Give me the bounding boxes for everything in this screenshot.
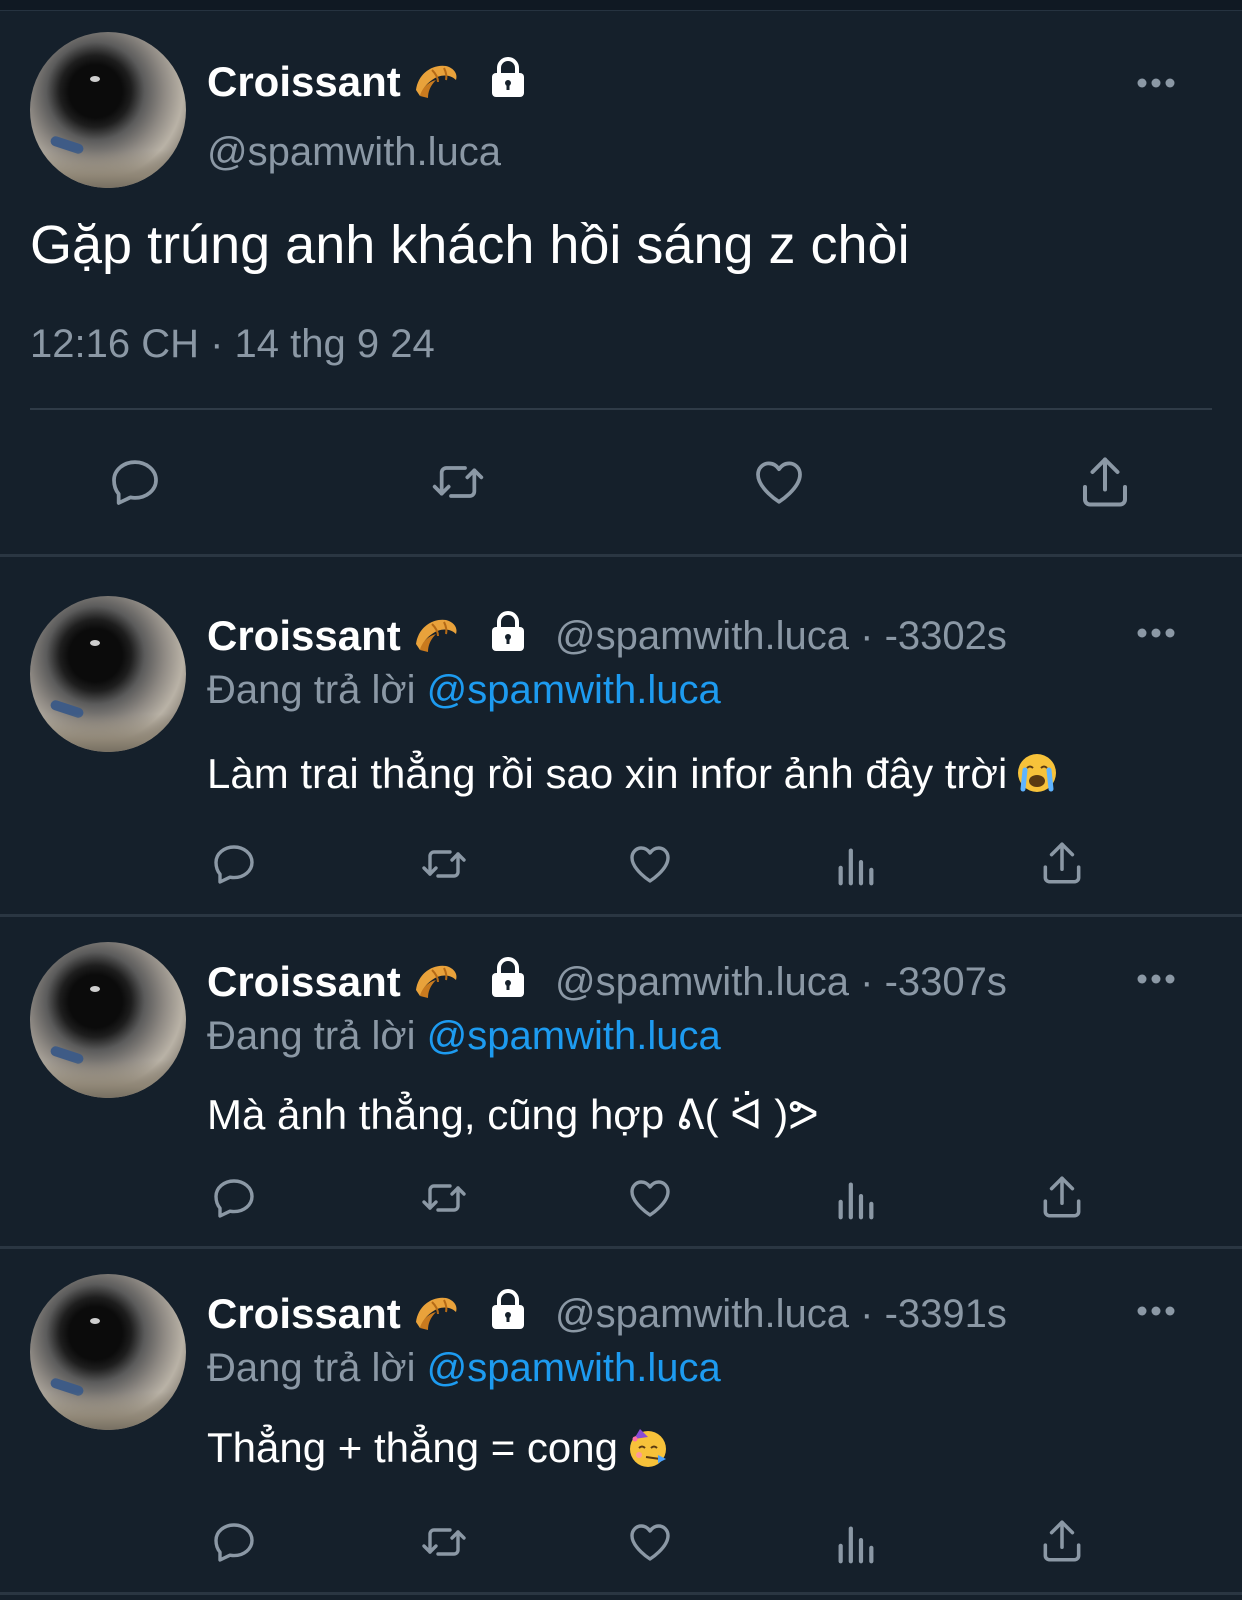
crying-face-icon — [1018, 753, 1057, 792]
reply-button[interactable] — [206, 1516, 262, 1568]
divider — [0, 1246, 1242, 1249]
more-options-icon[interactable] — [1136, 626, 1176, 640]
reply-button[interactable] — [206, 1172, 262, 1224]
replying-prefix: Đang trả lời — [207, 1346, 416, 1390]
divider — [0, 914, 1242, 917]
share-icon — [1043, 842, 1081, 884]
avatar[interactable] — [30, 1274, 186, 1430]
share-icon — [1043, 1520, 1081, 1562]
share-button[interactable] — [1072, 450, 1138, 514]
like-icon — [630, 846, 670, 883]
lock-icon — [492, 611, 524, 651]
tweet-text: Thẳng + thẳng = cong — [207, 1424, 670, 1473]
divider — [0, 554, 1242, 557]
partying-face-icon — [630, 1428, 666, 1467]
reply-button[interactable] — [206, 838, 262, 890]
divider — [0, 1592, 1242, 1595]
views-button[interactable] — [830, 840, 882, 892]
share-icon — [1043, 1176, 1081, 1218]
retweet-icon — [422, 1528, 466, 1556]
tweet-text: Mà ảnh thẳng, cũng hợp ᕕ( ᐛ )ᕗ — [207, 1090, 819, 1139]
avatar[interactable] — [30, 596, 186, 752]
replying-to: Đang trả lời @spamwith.luca — [207, 1346, 721, 1391]
handle-and-time[interactable]: @spamwith.luca · -3307s — [555, 960, 1007, 1005]
mention-link[interactable]: @spamwith.luca — [427, 1014, 721, 1058]
like-icon — [756, 461, 802, 504]
reply-icon — [214, 845, 254, 884]
mention-link[interactable]: @spamwith.luca — [427, 668, 721, 712]
more-options-icon[interactable] — [1136, 972, 1176, 986]
handle-and-time[interactable]: @spamwith.luca · -3391s — [555, 1292, 1007, 1337]
share-button[interactable] — [1034, 1514, 1090, 1568]
retweet-icon — [422, 1184, 466, 1212]
retweet-icon — [432, 466, 484, 498]
croissant-icon — [416, 1297, 457, 1330]
tweet-text-content: Mà ảnh thẳng, cũng hợp ᕕ( ᐛ )ᕗ — [207, 1091, 819, 1138]
views-icon — [838, 848, 874, 886]
share-button[interactable] — [1034, 836, 1090, 890]
display-name[interactable]: Croissant — [207, 958, 401, 1006]
divider — [30, 408, 1212, 410]
like-button[interactable] — [746, 450, 812, 514]
display-name[interactable]: Croissant — [207, 58, 401, 106]
more-options-icon[interactable] — [1136, 1304, 1176, 1318]
tweet-text-content: Làm trai thẳng rồi sao xin infor ảnh đây… — [207, 750, 1008, 797]
views-icon — [838, 1526, 874, 1564]
top-edge — [0, 0, 1242, 11]
lock-icon — [492, 957, 524, 997]
mention-link[interactable]: @spamwith.luca — [427, 1346, 721, 1390]
retweet-button[interactable] — [412, 1516, 476, 1568]
share-icon — [1083, 457, 1127, 507]
tweet-text-content: Thẳng + thẳng = cong — [207, 1424, 618, 1471]
views-button[interactable] — [830, 1174, 882, 1226]
display-name[interactable]: Croissant — [207, 612, 401, 660]
share-button[interactable] — [1034, 1170, 1090, 1224]
like-icon — [630, 1180, 670, 1217]
reply-icon — [214, 1179, 254, 1218]
reply-icon — [214, 1523, 254, 1562]
lock-icon — [492, 1289, 524, 1329]
retweet-button[interactable] — [420, 450, 496, 514]
tweet-text: Gặp trúng anh khách hồi sáng z chòi — [30, 215, 910, 275]
croissant-icon — [416, 965, 457, 998]
reply-icon — [112, 460, 158, 505]
like-icon — [630, 1524, 670, 1561]
retweet-button[interactable] — [412, 838, 476, 890]
retweet-icon — [422, 850, 466, 878]
croissant-icon — [416, 619, 457, 652]
avatar[interactable] — [30, 32, 186, 188]
like-button[interactable] — [622, 1172, 678, 1224]
views-icon — [838, 1182, 874, 1220]
like-button[interactable] — [622, 1516, 678, 1568]
tweet-timestamp[interactable]: 12:16 CH · 14 thg 9 24 — [30, 322, 435, 367]
replying-prefix: Đang trả lời — [207, 1014, 416, 1058]
croissant-icon — [416, 65, 457, 98]
handle[interactable]: @spamwith.luca — [207, 130, 501, 175]
avatar[interactable] — [30, 942, 186, 1098]
views-button[interactable] — [830, 1518, 882, 1570]
more-options-icon[interactable] — [1136, 76, 1176, 90]
lock-icon — [492, 57, 524, 97]
retweet-button[interactable] — [412, 1172, 476, 1224]
reply-button[interactable] — [100, 450, 170, 514]
like-button[interactable] — [622, 838, 678, 890]
replying-to: Đang trả lời @spamwith.luca — [207, 1014, 721, 1059]
replying-prefix: Đang trả lời — [207, 668, 416, 712]
handle-and-time[interactable]: @spamwith.luca · -3302s — [555, 614, 1007, 659]
display-name[interactable]: Croissant — [207, 1290, 401, 1338]
tweet-text: Làm trai thẳng rồi sao xin infor ảnh đây… — [207, 750, 1059, 799]
replying-to: Đang trả lời @spamwith.luca — [207, 668, 721, 713]
